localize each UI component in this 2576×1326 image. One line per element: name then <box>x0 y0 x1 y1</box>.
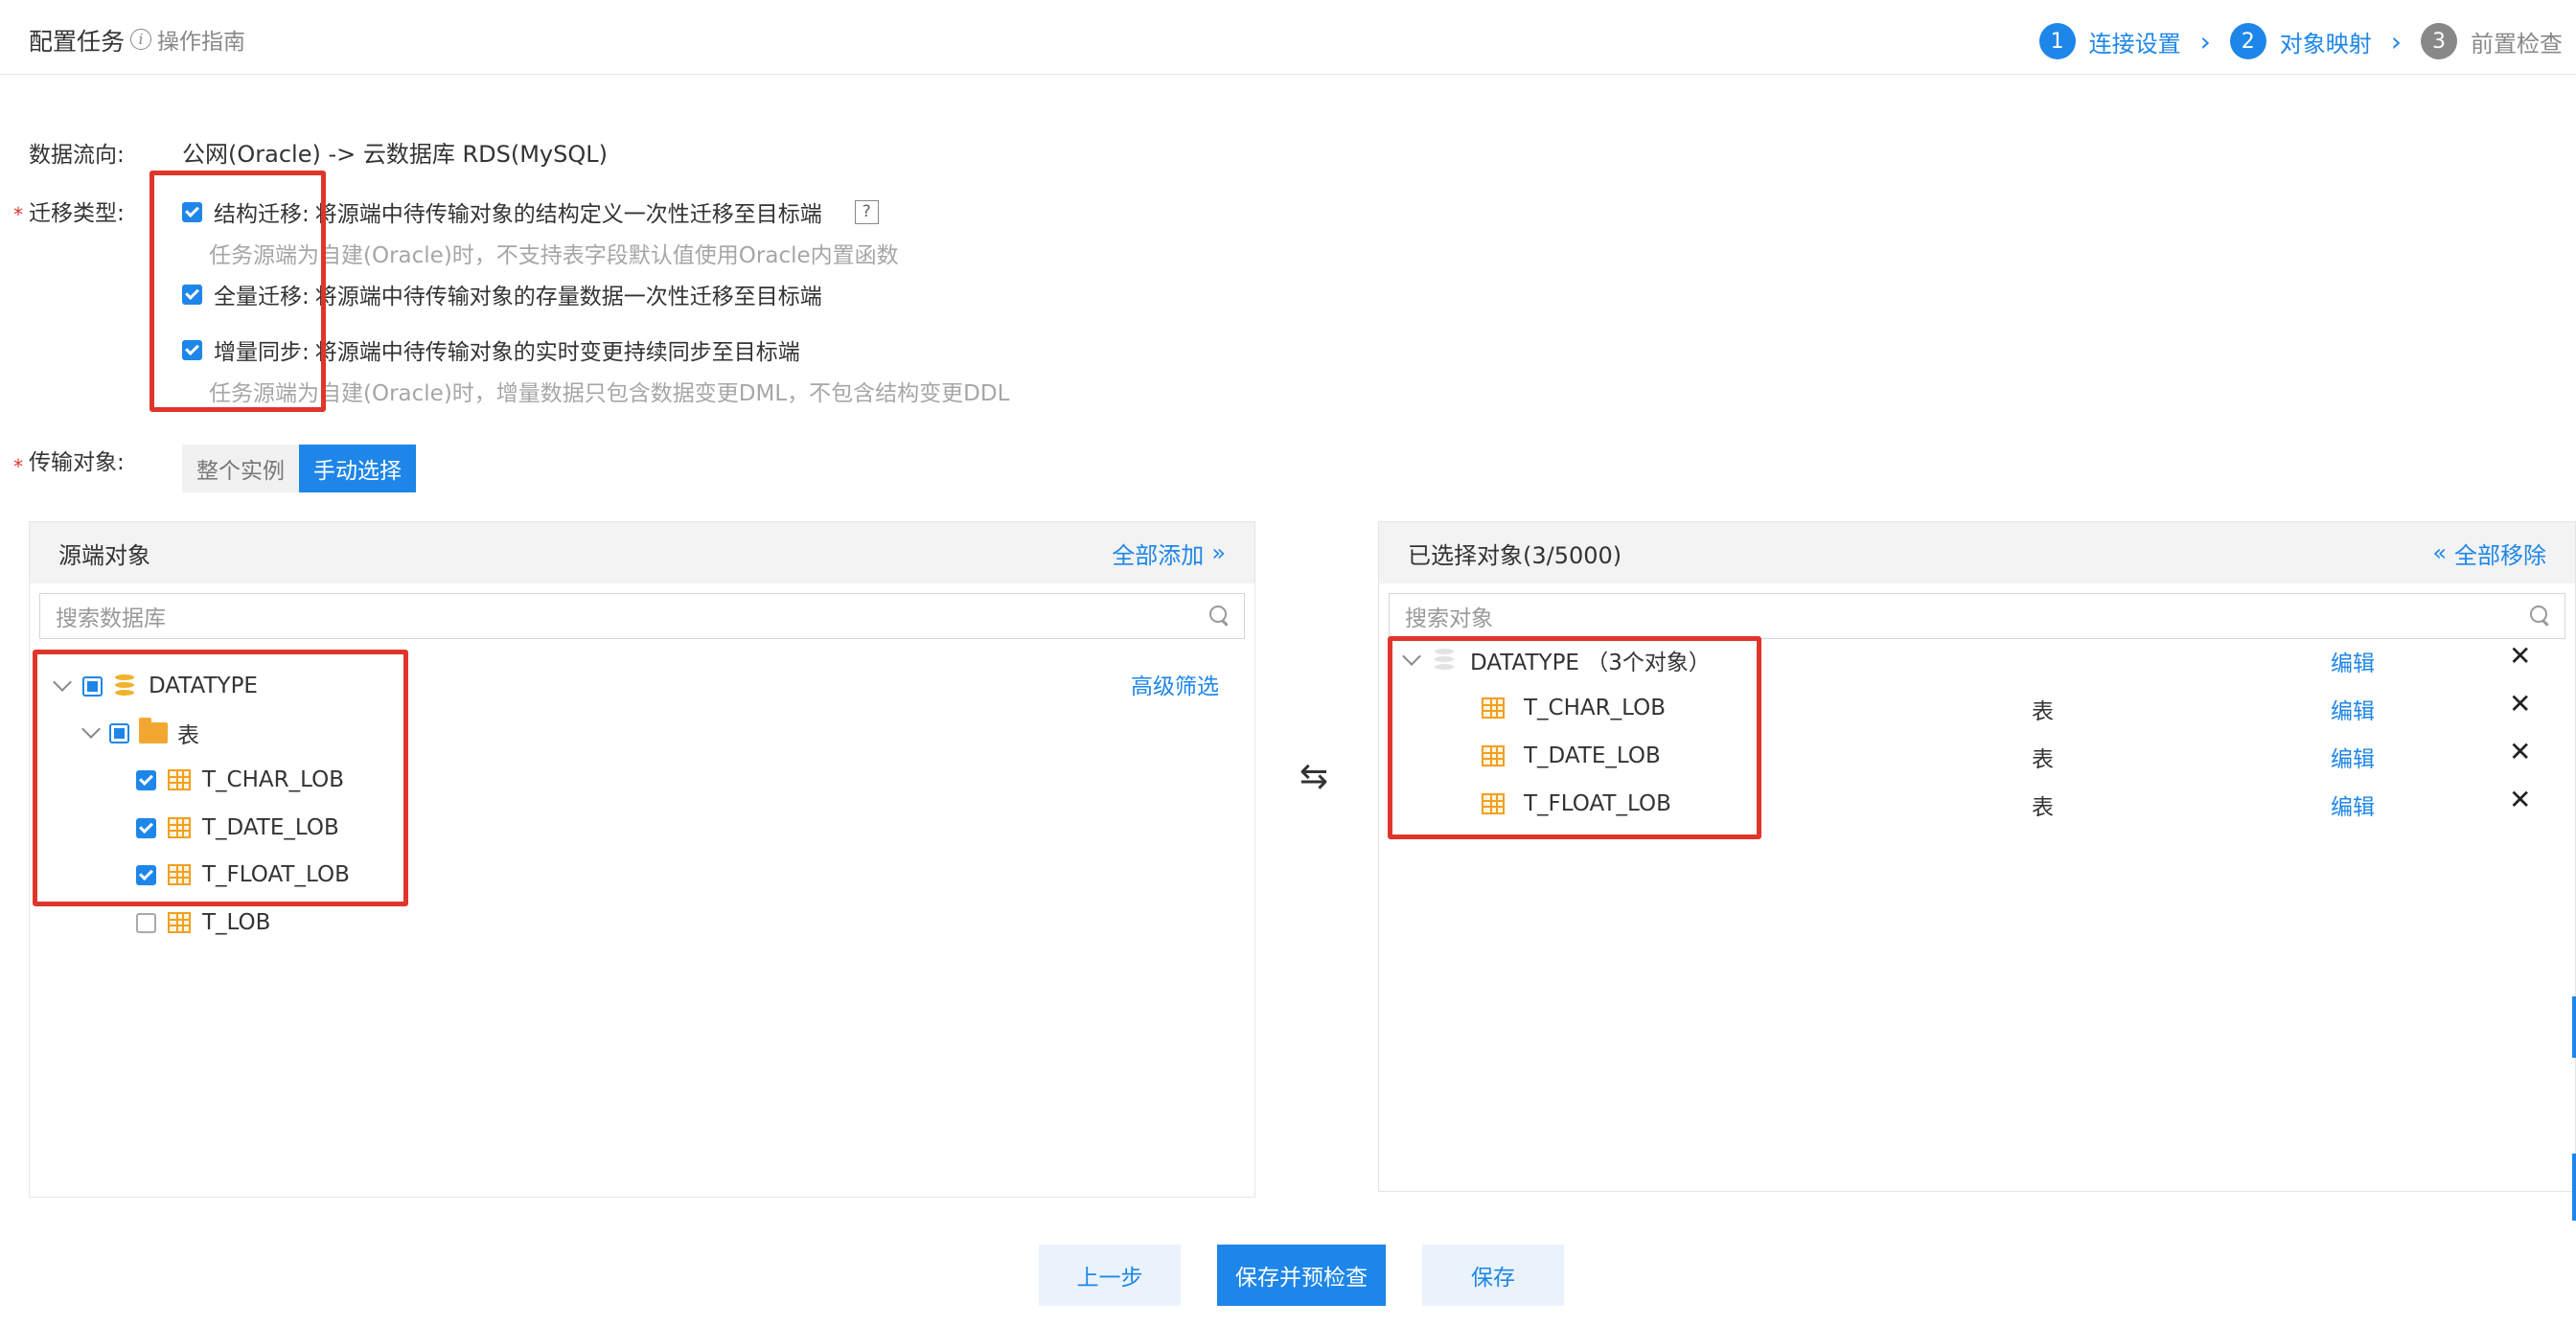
option-desc: 将源端中待传输对象的结构定义一次性迁移至目标端 <box>314 202 822 227</box>
step-label: 连接设置 <box>2088 30 2181 57</box>
double-chevron-left-icon: « <box>2432 539 2447 566</box>
advanced-filter-link[interactable]: 高级筛选 <box>1131 668 1219 700</box>
chevron-right-icon: › <box>2199 25 2211 57</box>
source-panel-title: 源端对象 <box>58 541 150 569</box>
tree-table-node[interactable]: T_LOB <box>136 903 270 942</box>
search-placeholder: 搜索对象 <box>1405 606 1493 631</box>
remove-all-label: 全部移除 <box>2454 541 2546 569</box>
item-type: 表 <box>2032 795 2054 820</box>
scroll-indicator[interactable] <box>2572 1154 2576 1221</box>
search-icon[interactable] <box>2530 606 2551 627</box>
mode-manual-select[interactable]: 手动选择 <box>299 445 416 492</box>
step-number: 2 <box>2229 23 2266 59</box>
page-title: 配置任务 <box>29 28 126 56</box>
object-label: 传输对象: <box>29 450 125 475</box>
target-panel-header: 已选择对象(3/5000) « 全部移除 <box>1379 522 2575 583</box>
step-label: 前置检查 <box>2471 30 2563 57</box>
option-desc: 将源端中待传输对象的实时变更持续同步至目标端 <box>314 340 800 365</box>
remove-all-button[interactable]: « 全部移除 <box>2432 537 2546 570</box>
save-button[interactable]: 保存 <box>1422 1245 1564 1306</box>
flow-label: 数据流向: <box>29 143 125 168</box>
edit-link[interactable]: 编辑 <box>2331 645 2375 677</box>
source-panel-header: 源端对象 全部添加 » <box>30 522 1254 583</box>
help-icon[interactable]: ? <box>854 199 879 224</box>
close-icon[interactable]: ✕ <box>2509 640 2531 672</box>
step-number: 3 <box>2421 23 2457 59</box>
edit-link[interactable]: 编辑 <box>2331 741 2375 773</box>
prev-button[interactable]: 上一步 <box>1039 1245 1181 1306</box>
option-desc: 将源端中待传输对象的存量数据一次性迁移至目标端 <box>314 285 822 309</box>
step-number: 1 <box>2038 23 2076 59</box>
required-mark: * <box>13 455 23 478</box>
flow-value: 公网(Oracle) -> 云数据库 RDS(MySQL) <box>182 141 608 168</box>
highlight-box-target <box>1388 636 1761 839</box>
add-all-label: 全部添加 <box>1112 541 1205 569</box>
double-chevron-right-icon: » <box>1211 539 1226 566</box>
step-precheck[interactable]: 3 前置检查 <box>2421 23 2563 59</box>
required-mark: * <box>13 203 23 226</box>
guide-link[interactable]: i 操作指南 <box>130 23 245 56</box>
step-connection[interactable]: 1 连接设置 <box>2038 23 2181 59</box>
table-icon <box>168 912 191 933</box>
target-panel: 已选择对象(3/5000) « 全部移除 搜索对象 <box>1378 521 2576 1192</box>
header-divider <box>0 74 2576 75</box>
table-checkbox[interactable] <box>136 912 156 933</box>
add-all-button[interactable]: 全部添加 » <box>1112 537 1226 570</box>
close-icon[interactable]: ✕ <box>2509 736 2531 767</box>
info-icon: i <box>130 29 151 50</box>
edit-link[interactable]: 编辑 <box>2331 693 2375 725</box>
highlight-box-source <box>33 650 408 906</box>
source-search-input[interactable]: 搜索数据库 <box>39 593 1245 639</box>
object-mode-toggle: 整个实例 手动选择 <box>182 445 416 492</box>
swap-icon[interactable]: ⇆ <box>1300 757 1328 796</box>
search-icon[interactable] <box>1209 606 1230 627</box>
chevron-right-icon: › <box>2390 25 2402 57</box>
guide-label: 操作指南 <box>157 30 245 55</box>
mode-whole-instance[interactable]: 整个实例 <box>182 445 299 492</box>
edit-link[interactable]: 编辑 <box>2331 789 2375 821</box>
item-type: 表 <box>2032 699 2054 724</box>
option-hint: 任务源端为自建(Oracle)时，增量数据只包含数据变更DML，不包含结构变更D… <box>209 381 1010 406</box>
close-icon[interactable]: ✕ <box>2509 784 2531 815</box>
step-indicator: 1 连接设置 › 2 对象映射 › 3 前置检查 <box>2038 23 2563 59</box>
target-panel-title: 已选择对象(3/5000) <box>1408 541 1622 569</box>
search-placeholder: 搜索数据库 <box>56 606 166 631</box>
save-and-check-button[interactable]: 保存并预检查 <box>1217 1245 1386 1306</box>
item-type: 表 <box>2032 747 2054 772</box>
target-search-input[interactable]: 搜索对象 <box>1389 593 2565 639</box>
migration-type-label: 迁移类型: <box>29 201 125 226</box>
step-label: 对象映射 <box>2279 30 2372 57</box>
step-mapping[interactable]: 2 对象映射 <box>2229 23 2372 59</box>
scroll-indicator[interactable] <box>2572 996 2576 1058</box>
highlight-box-options <box>150 171 326 412</box>
close-icon[interactable]: ✕ <box>2509 688 2531 720</box>
table-name: T_LOB <box>202 910 271 935</box>
